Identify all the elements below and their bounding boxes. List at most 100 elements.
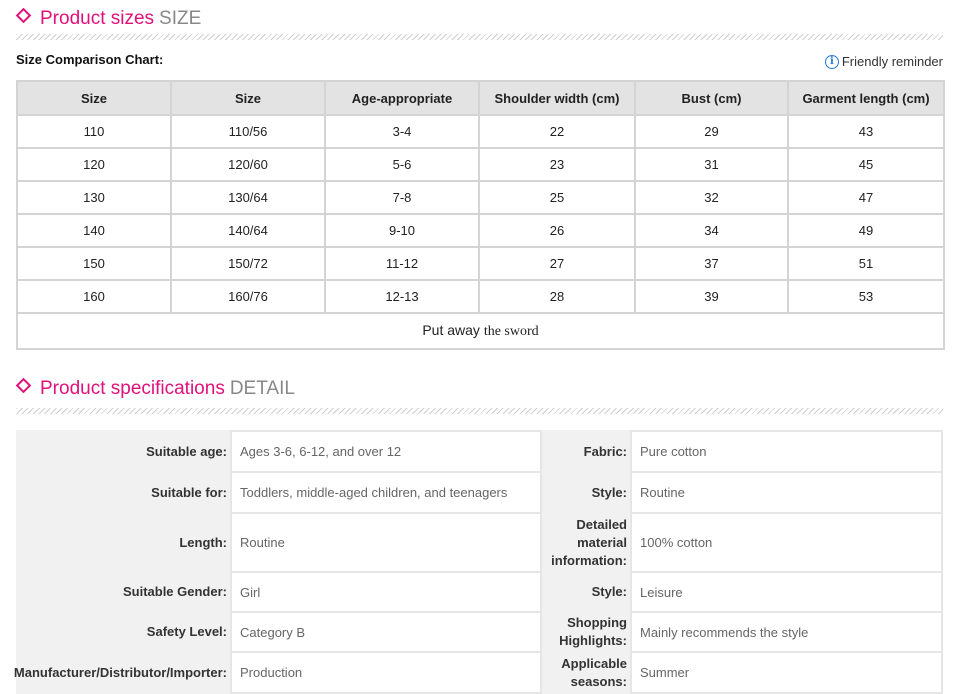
size-table: Size Size Age-appropriate Shoulder width… bbox=[16, 80, 945, 350]
table-cell: 45 bbox=[787, 147, 945, 182]
table-cell: 5-6 bbox=[324, 147, 480, 182]
table-row: 150 150/72 11-12 27 37 51 bbox=[16, 246, 945, 281]
table-cell: 150 bbox=[16, 246, 172, 281]
spec-label: Manufacturer/Distributor/Importer: bbox=[14, 651, 230, 694]
table-cell: 37 bbox=[634, 246, 789, 281]
diamond-icon bbox=[15, 7, 32, 24]
spec-label: Detailed material information: bbox=[542, 512, 630, 573]
table-cell: 120 bbox=[16, 147, 172, 182]
table-cell: 140 bbox=[16, 213, 172, 248]
divider bbox=[16, 408, 943, 414]
spec-row: Suitable for: Toddlers, middle-aged chil… bbox=[16, 471, 943, 514]
table-cell: 9-10 bbox=[324, 213, 480, 248]
table-cell: 51 bbox=[787, 246, 945, 281]
size-section-title: Product sizes bbox=[40, 8, 155, 29]
spec-value: Production bbox=[230, 651, 542, 694]
spec-row: Length: Routine Detailed material inform… bbox=[16, 512, 943, 573]
spec-label: Safety Level: bbox=[16, 611, 230, 653]
detail-section-title: Product specifications bbox=[40, 378, 225, 399]
table-cell: 32 bbox=[634, 180, 789, 215]
table-cell: 47 bbox=[787, 180, 945, 215]
table-row: 140 140/64 9-10 26 34 49 bbox=[16, 213, 945, 248]
size-comparison-title: Size Comparison Chart: bbox=[16, 52, 164, 67]
spec-value: Ages 3-6, 6-12, and over 12 bbox=[230, 430, 542, 473]
table-cell: 7-8 bbox=[324, 180, 480, 215]
table-cell: 140/64 bbox=[170, 213, 326, 248]
spec-value: Routine bbox=[630, 471, 943, 514]
table-cell: 25 bbox=[478, 180, 636, 215]
spec-value: Toddlers, middle-aged children, and teen… bbox=[230, 471, 542, 514]
spec-label: Fabric: bbox=[542, 430, 630, 473]
table-cell: 34 bbox=[634, 213, 789, 248]
table-cell: 31 bbox=[634, 147, 789, 182]
friendly-reminder-link[interactable]: i Friendly reminder bbox=[824, 54, 943, 69]
column-header: Garment length (cm) bbox=[787, 80, 945, 116]
table-row: 160 160/76 12-13 28 39 53 bbox=[16, 279, 945, 314]
table-footer-note: Put away the sword bbox=[16, 312, 945, 350]
specifications-grid: Suitable age: Ages 3-6, 6-12, and over 1… bbox=[14, 430, 943, 694]
spec-label: Shopping Highlights: bbox=[542, 611, 630, 653]
table-header-row: Size Size Age-appropriate Shoulder width… bbox=[16, 80, 945, 116]
column-header: Shoulder width (cm) bbox=[478, 80, 636, 116]
column-header: Age-appropriate bbox=[324, 80, 480, 116]
table-cell: 26 bbox=[478, 213, 636, 248]
product-detail-page: Product sizes SIZE Size Comparison Chart… bbox=[0, 0, 969, 694]
spec-value: Category B bbox=[230, 611, 542, 653]
table-cell: 12-13 bbox=[324, 279, 480, 314]
spec-label: Suitable Gender: bbox=[16, 571, 230, 613]
spec-label: Style: bbox=[542, 471, 630, 514]
divider bbox=[16, 34, 943, 40]
table-cell: 39 bbox=[634, 279, 789, 314]
detail-section-header: Product specifications DETAIL bbox=[15, 377, 295, 400]
spec-row: Suitable Gender: Girl Style: Leisure bbox=[16, 571, 943, 613]
table-footer-row: Put away the sword bbox=[16, 312, 945, 350]
spec-row: Manufacturer/Distributor/Importer: Produ… bbox=[14, 651, 943, 694]
spec-label: Style: bbox=[542, 571, 630, 613]
table-cell: 53 bbox=[787, 279, 945, 314]
footer-text: Put away bbox=[422, 322, 480, 338]
table-row: 120 120/60 5-6 23 31 45 bbox=[16, 147, 945, 182]
table-cell: 130/64 bbox=[170, 180, 326, 215]
column-header: Size bbox=[16, 80, 172, 116]
spec-value: Leisure bbox=[630, 571, 943, 613]
table-cell: 11-12 bbox=[324, 246, 480, 281]
spec-value: Pure cotton bbox=[630, 430, 943, 473]
friendly-reminder-label: Friendly reminder bbox=[841, 54, 943, 69]
spec-label: Length: bbox=[16, 512, 230, 573]
spec-label: Suitable for: bbox=[16, 471, 230, 514]
column-header: Bust (cm) bbox=[634, 80, 789, 116]
detail-section-subtitle: DETAIL bbox=[229, 378, 295, 399]
info-icon: i bbox=[824, 54, 839, 69]
size-section-header: Product sizes SIZE bbox=[15, 7, 202, 30]
spec-value: 100% cotton bbox=[630, 512, 943, 573]
column-header: Size bbox=[170, 80, 326, 116]
spec-label: Applicable seasons: bbox=[542, 651, 630, 694]
table-cell: 150/72 bbox=[170, 246, 326, 281]
spec-label: Suitable age: bbox=[16, 430, 230, 473]
spec-value: Summer bbox=[630, 651, 943, 694]
table-row: 110 110/56 3-4 22 29 43 bbox=[16, 114, 945, 149]
table-cell: 3-4 bbox=[324, 114, 480, 149]
spec-row: Safety Level: Category B Shopping Highli… bbox=[16, 611, 943, 653]
spec-value: Girl bbox=[230, 571, 542, 613]
table-cell: 49 bbox=[787, 213, 945, 248]
table-cell: 110/56 bbox=[170, 114, 326, 149]
table-cell: 27 bbox=[478, 246, 636, 281]
table-cell: 43 bbox=[787, 114, 945, 149]
diamond-icon bbox=[15, 377, 32, 394]
table-cell: 22 bbox=[478, 114, 636, 149]
table-cell: 130 bbox=[16, 180, 172, 215]
table-cell: 29 bbox=[634, 114, 789, 149]
table-cell: 160/76 bbox=[170, 279, 326, 314]
footer-text-serif: the sword bbox=[483, 324, 539, 339]
table-cell: 23 bbox=[478, 147, 636, 182]
spec-value: Mainly recommends the style bbox=[630, 611, 943, 653]
spec-value: Routine bbox=[230, 512, 542, 573]
table-cell: 110 bbox=[16, 114, 172, 149]
table-cell: 120/60 bbox=[170, 147, 326, 182]
spec-row: Suitable age: Ages 3-6, 6-12, and over 1… bbox=[16, 430, 943, 473]
size-section-subtitle: SIZE bbox=[159, 8, 202, 29]
table-row: 130 130/64 7-8 25 32 47 bbox=[16, 180, 945, 215]
table-cell: 160 bbox=[16, 279, 172, 314]
table-cell: 28 bbox=[478, 279, 636, 314]
